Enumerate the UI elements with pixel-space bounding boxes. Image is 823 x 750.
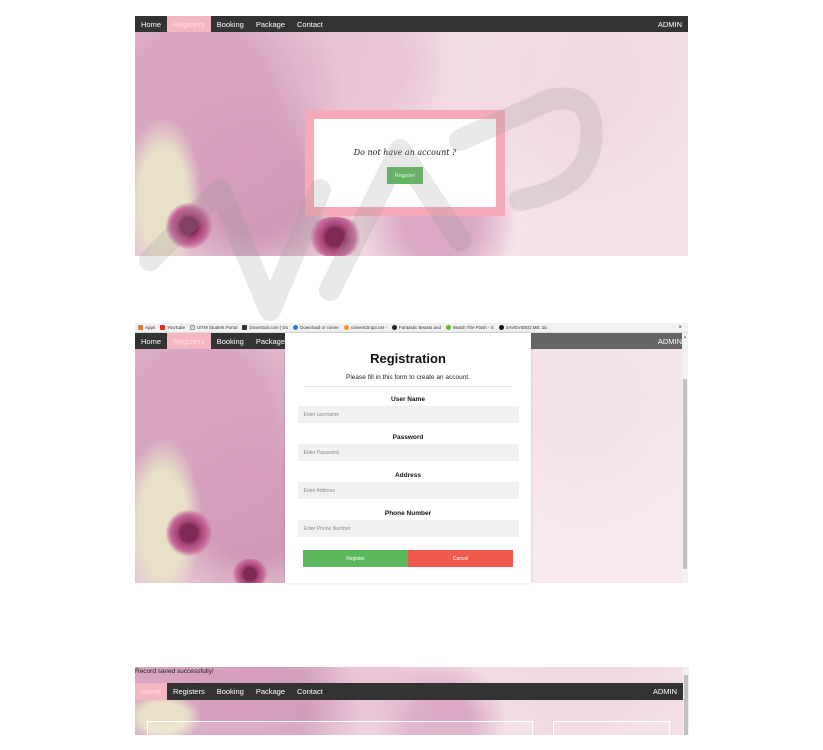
nav-home[interactable]: Home (135, 333, 167, 349)
bookmark-apps[interactable]: Apps (138, 325, 155, 330)
bookmark-convert2mp3[interactable]: convert2mp3.net - (343, 325, 387, 330)
nav-contact[interactable]: Contact (291, 683, 329, 700)
flower-cluster (305, 217, 365, 256)
home-screenshot: Do not have an account ? Register Home R… (135, 16, 688, 256)
register-button[interactable]: Register (387, 167, 423, 184)
nav-admin[interactable]: ADMIN (647, 683, 683, 700)
scroll-thumb[interactable] (683, 379, 687, 569)
bookmark-download[interactable]: Download or conve (293, 325, 339, 330)
nav-booking[interactable]: Booking (211, 16, 250, 32)
flower-cluster (165, 509, 213, 557)
side-card (553, 721, 670, 735)
form-title: Registration (370, 351, 446, 366)
convert-icon (343, 325, 349, 330)
bookmark-fantastic-beasts[interactable]: Fantastic Beasts and (391, 325, 441, 330)
floral-background: Do not have an account ? Register (135, 32, 688, 256)
content-card (147, 721, 533, 735)
scroll-up-arrow-icon[interactable]: ▲ (682, 333, 688, 339)
phone-field[interactable]: Enter Phone Number (297, 520, 519, 537)
nav-package[interactable]: Package (250, 16, 291, 32)
navbar: Home Registers Booking Package Contact A… (135, 683, 683, 700)
cancel-button[interactable]: Cancel (408, 550, 513, 567)
register-button[interactable]: Register (303, 550, 408, 567)
password-label: Password (392, 434, 424, 441)
registration-screenshot: Apps YouTube UiTM Student Portal DownSub… (135, 323, 688, 583)
scrollbar[interactable]: ▲ (682, 333, 688, 583)
youtube-icon (160, 325, 166, 330)
downsub-icon (242, 325, 248, 330)
close-icon[interactable]: × (678, 325, 688, 331)
bookmark-youtube[interactable]: YouTube (160, 325, 185, 330)
username-field[interactable]: Enter username (297, 406, 519, 423)
nav-booking[interactable]: Booking (211, 333, 250, 349)
address-label: Address (394, 472, 421, 479)
username-label: User Name (391, 396, 425, 403)
navbar: Home Registers Booking Package Contact A… (135, 16, 688, 32)
nav-registers[interactable]: Registers (167, 683, 211, 700)
bookmark-the-flash[interactable]: Watch The Flash - S (446, 325, 494, 330)
form-subtitle: Please fill in this form to create an ac… (346, 374, 470, 381)
register-prompt-card: Do not have an account ? Register (314, 119, 496, 207)
record-saved-screenshot: Record saved successfully! Home Register… (135, 667, 689, 735)
divider (304, 386, 512, 387)
nav-contact[interactable]: Contact (291, 16, 329, 32)
play-icon (446, 325, 451, 330)
saved-message: Record saved successfully! (135, 668, 214, 675)
bookmark-uitm[interactable]: UiTM Student Portal (189, 325, 237, 330)
nav-admin[interactable]: ADMIN (652, 16, 688, 32)
scroll-thumb[interactable] (684, 675, 688, 735)
password-field[interactable]: Enter Password (297, 444, 519, 461)
modal-backdrop (531, 333, 683, 583)
nav-registers[interactable]: Registers (167, 16, 211, 32)
page-icon (189, 325, 195, 330)
address-field[interactable]: Enter Address (297, 482, 519, 499)
bookmarks-bar: Apps YouTube UiTM Student Portal DownSub… (135, 323, 688, 333)
nav-home[interactable]: Home (135, 683, 168, 700)
film-icon (391, 325, 397, 330)
nav-home[interactable]: Home (135, 16, 167, 32)
nav-package[interactable]: Package (250, 683, 291, 700)
no-account-question: Do not have an account ? (353, 148, 457, 157)
flower-cluster (165, 202, 213, 250)
savevideo-icon (498, 325, 504, 330)
apps-grid-icon (138, 325, 143, 330)
download-icon (293, 325, 299, 330)
scrollbar[interactable] (683, 667, 689, 735)
flower-cluster (230, 559, 270, 583)
nav-registers[interactable]: Registers (167, 333, 211, 349)
form-buttons: Register Cancel (303, 550, 513, 567)
registration-form: Registration Please fill in this form to… (285, 333, 531, 583)
nav-booking[interactable]: Booking (211, 683, 250, 700)
bookmark-savevideo[interactable]: SAVEVIDEO.ME: do (498, 325, 547, 330)
register-prompt-box: Do not have an account ? Register (305, 110, 505, 216)
bookmark-downsub[interactable]: DownSub.com | Do (242, 325, 288, 330)
phone-label: Phone Number (384, 510, 432, 517)
